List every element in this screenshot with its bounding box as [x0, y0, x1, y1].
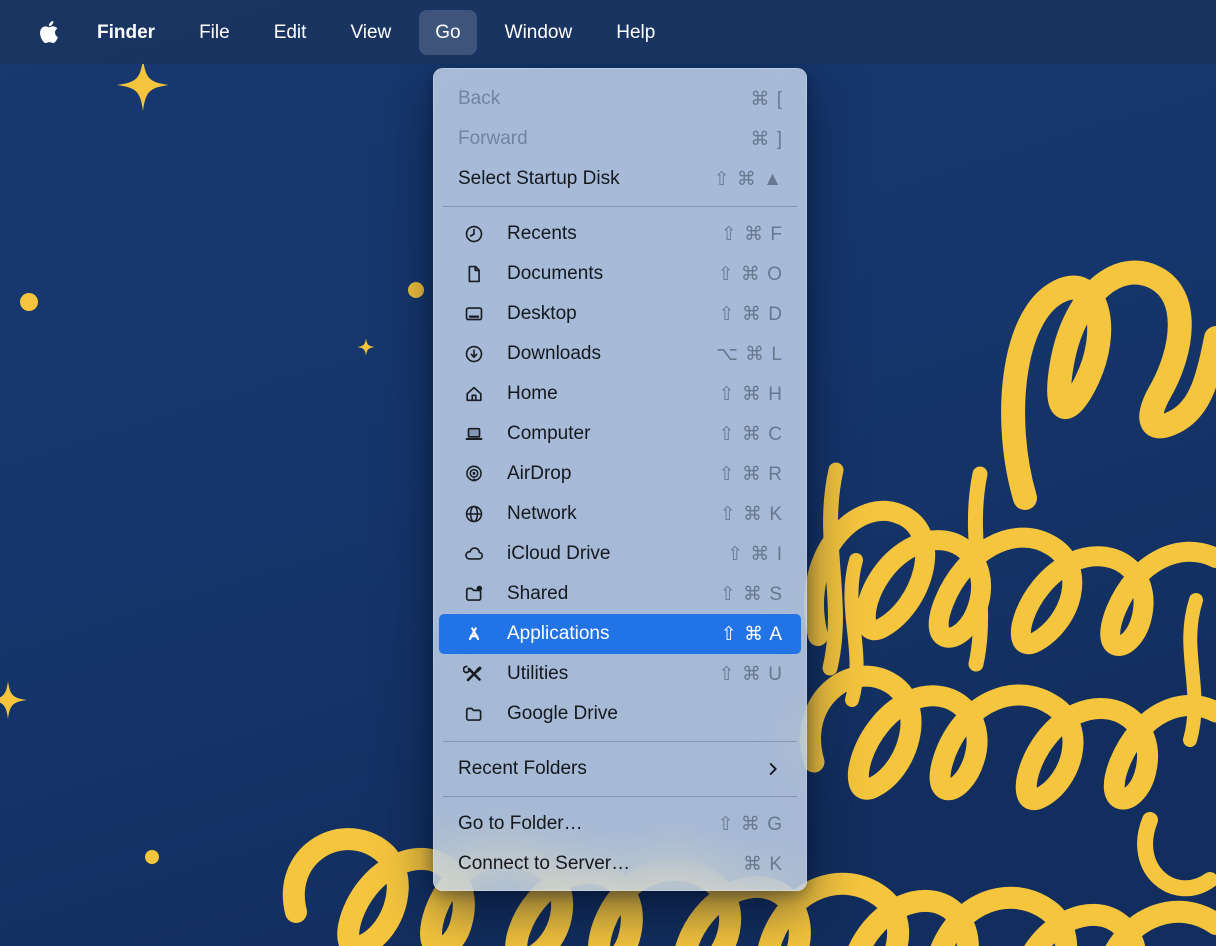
- menu-item-desktop[interactable]: Desktop ⇧ ⌘ D: [439, 294, 801, 334]
- menu-item-computer[interactable]: Computer ⇧ ⌘ C: [439, 414, 801, 454]
- menu-item-go-to-folder[interactable]: Go to Folder… ⇧ ⌘ G: [439, 804, 801, 844]
- menu-item-shortcut: ⇧ ⌘ I: [727, 543, 783, 566]
- go-menu-panel: Back ⌘ [ Forward ⌘ ] Select Startup Disk ⇧ ⌘ …: [433, 68, 807, 891]
- menu-bar: Finder File EditView Go WindowHelp: [0, 0, 1216, 64]
- home-icon: [463, 383, 485, 405]
- menu-item-label: Downloads: [507, 343, 601, 365]
- menubar-item-view[interactable]: View: [334, 10, 407, 55]
- menu-item-label: Desktop: [507, 303, 577, 325]
- menu-item-shortcut: ⌘ [: [750, 88, 783, 111]
- menu-item-google-drive[interactable]: Google Drive: [439, 694, 801, 734]
- menubar-item-edit[interactable]: Edit: [258, 10, 323, 55]
- menu-item-label: Go to Folder…: [458, 813, 583, 835]
- menu-item-shortcut: ⇧ ⌘ U: [719, 663, 783, 686]
- menu-item-shortcut: ⇧ ⌘ ▲: [714, 168, 783, 191]
- menu-item-shortcut: ⇧ ⌘ C: [719, 423, 783, 446]
- menu-item-shortcut: ⇧ ⌘ D: [719, 303, 783, 326]
- menu-separator: [443, 206, 797, 207]
- cloud-icon: [463, 543, 485, 565]
- menu-item-label: iCloud Drive: [507, 543, 610, 565]
- menu-item-label: Documents: [507, 263, 603, 285]
- menu-item-utilities[interactable]: Utilities ⇧ ⌘ U: [439, 654, 801, 694]
- menu-item-label: Applications: [507, 623, 609, 645]
- menu-item-label: Network: [507, 503, 577, 525]
- menubar-item-file[interactable]: File: [183, 10, 246, 55]
- menu-item-shortcut: ⌘ ]: [750, 128, 783, 151]
- menu-item-label: Computer: [507, 423, 590, 445]
- menu-item-home[interactable]: Home ⇧ ⌘ H: [439, 374, 801, 414]
- menu-item-label: Forward: [458, 128, 528, 150]
- menubar-item-finder[interactable]: Finder: [81, 10, 171, 55]
- menu-item-label: Utilities: [507, 663, 568, 685]
- menu-item-shortcut: ⇧ ⌘ R: [719, 463, 783, 486]
- menu-item-shortcut: ⇧ ⌘ H: [719, 383, 783, 406]
- shared-folder-icon: [463, 583, 485, 605]
- menu-item-label: AirDrop: [507, 463, 571, 485]
- menubar-item-window[interactable]: Window: [489, 10, 589, 55]
- menu-item-recents[interactable]: Recents ⇧ ⌘ F: [439, 214, 801, 254]
- menu-item-shortcut: ⇧ ⌘ F: [721, 223, 783, 246]
- menu-item-back: Back ⌘ [: [439, 79, 801, 119]
- downloads-icon: [463, 343, 485, 365]
- menubar-item-go[interactable]: Go: [419, 10, 476, 55]
- menu-item-label: Recent Folders: [458, 758, 587, 780]
- clock-icon: [463, 223, 485, 245]
- computer-icon: [463, 423, 485, 445]
- menu-item-label: Back: [458, 88, 500, 110]
- menu-item-downloads[interactable]: Downloads ⌥ ⌘ L: [439, 334, 801, 374]
- menu-item-shared[interactable]: Shared ⇧ ⌘ S: [439, 574, 801, 614]
- menu-item-recent-folders[interactable]: Recent Folders: [439, 749, 801, 789]
- apple-icon[interactable]: [38, 19, 60, 45]
- menu-item-label: Connect to Server…: [458, 853, 630, 875]
- menu-item-label: Shared: [507, 583, 568, 605]
- menu-item-shortcut: ⇧ ⌘ O: [718, 263, 783, 286]
- menu-item-forward: Forward ⌘ ]: [439, 119, 801, 159]
- utilities-icon: [463, 663, 485, 685]
- menu-item-documents[interactable]: Documents ⇧ ⌘ O: [439, 254, 801, 294]
- network-icon: [463, 503, 485, 525]
- menu-item-shortcut: ⌥ ⌘ L: [716, 343, 783, 366]
- menu-item-connect-to-server[interactable]: Connect to Server… ⌘ K: [439, 844, 801, 884]
- menu-item-shortcut: ⇧ ⌘ A: [721, 623, 783, 646]
- folder-icon: [463, 703, 485, 725]
- desktop-icon: [463, 303, 485, 325]
- applications-icon: [463, 623, 485, 645]
- menu-item-applications[interactable]: Applications ⇧ ⌘ A: [439, 614, 801, 654]
- airdrop-icon: [463, 463, 485, 485]
- menu-item-label: Recents: [507, 223, 577, 245]
- menu-item-shortcut: ⇧ ⌘ S: [720, 583, 783, 606]
- menu-item-network[interactable]: Network ⇧ ⌘ K: [439, 494, 801, 534]
- menu-separator: [443, 796, 797, 797]
- menu-item-shortcut: ⇧ ⌘ G: [718, 813, 783, 836]
- document-icon: [463, 263, 485, 285]
- menubar-items: Finder File EditView Go WindowHelp: [81, 10, 671, 55]
- menu-item-label: Select Startup Disk: [458, 168, 620, 190]
- menubar-item-help[interactable]: Help: [600, 10, 671, 55]
- menu-item-label: Home: [507, 383, 558, 405]
- menu-item-airdrop[interactable]: AirDrop ⇧ ⌘ R: [439, 454, 801, 494]
- menu-item-shortcut: ⌘ K: [743, 853, 783, 876]
- menu-item-icloud-drive[interactable]: iCloud Drive ⇧ ⌘ I: [439, 534, 801, 574]
- menu-item-shortcut: ⇧ ⌘ K: [720, 503, 783, 526]
- menu-item-label: Google Drive: [507, 703, 618, 725]
- menu-item-select-startup-disk[interactable]: Select Startup Disk ⇧ ⌘ ▲: [439, 159, 801, 199]
- chevron-right-icon: [764, 760, 782, 778]
- menu-separator: [443, 741, 797, 742]
